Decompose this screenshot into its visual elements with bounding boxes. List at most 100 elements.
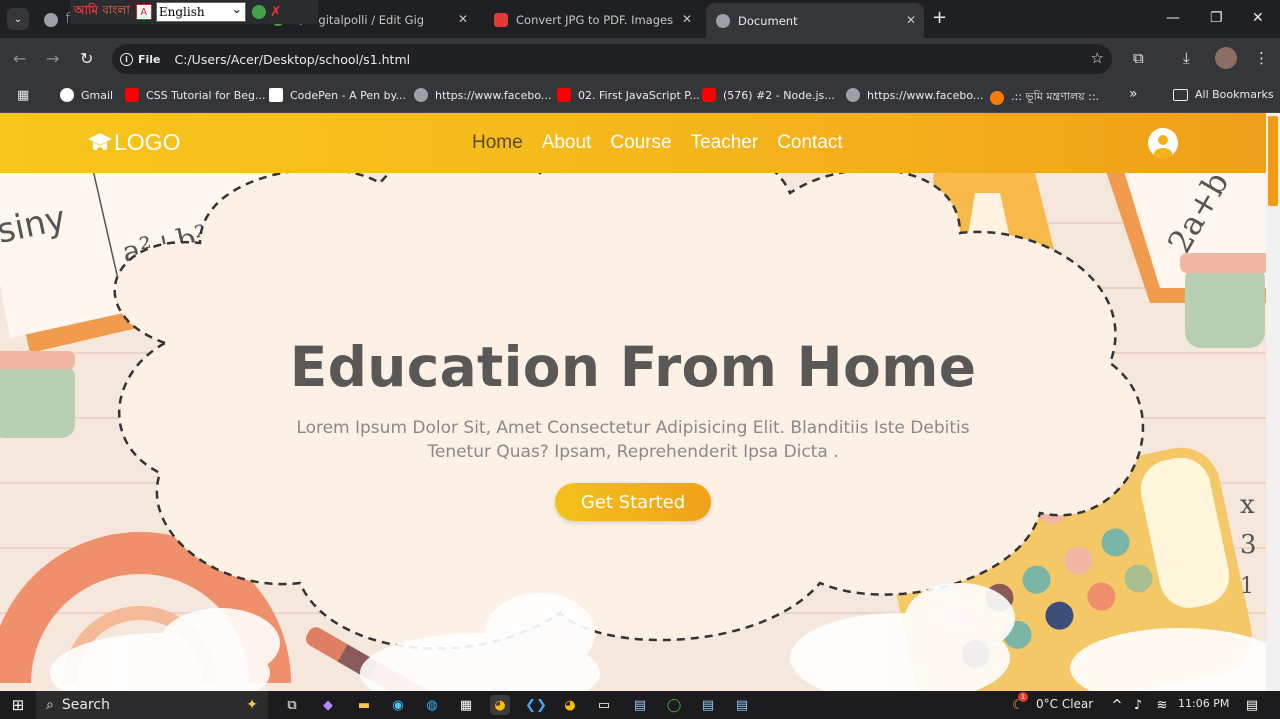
vscode-icon[interactable]: ❮❯	[525, 695, 547, 715]
codepen-icon	[269, 88, 283, 102]
bookmark-facebook-1[interactable]: https://www.facebo...	[414, 88, 551, 102]
tab-favicon-icon	[44, 13, 58, 27]
scrollbar-thumb[interactable]	[1268, 116, 1278, 206]
language-select[interactable]: English	[155, 0, 246, 22]
bookmark-label: Gmail	[81, 88, 114, 102]
svg-text:3: 3	[1240, 530, 1257, 560]
close-tab-icon[interactable]: ✕	[682, 12, 692, 26]
extension-brand: আমি	[74, 3, 99, 17]
windows-taskbar: ⊞ ⌕ Search ✦ ⧉ ◆ ▬ ◉ ◍ ▦ ◕ ❮❯ ◕ ▭ ▤ ◯ ▤ …	[0, 691, 1280, 719]
nav-contact[interactable]: Contact	[777, 132, 842, 154]
restore-icon[interactable]: ❐	[1210, 10, 1223, 26]
chrome-profile-icon[interactable]: ◕	[560, 695, 580, 715]
hero-headline: Education From Home	[289, 335, 977, 399]
chevron-up-icon[interactable]: ^	[1107, 695, 1127, 715]
close-tab-icon[interactable]: ✕	[906, 13, 916, 27]
bookmark-label: CSS Tutorial for Beg...	[146, 88, 266, 102]
logo-text: LOGO	[114, 129, 181, 155]
nav-course[interactable]: Course	[610, 132, 671, 154]
bookmark-facebook-2[interactable]: https://www.facebo...	[846, 88, 983, 102]
outlook-icon[interactable]: ◉	[388, 695, 408, 715]
forward-icon[interactable]: →	[46, 49, 59, 68]
site-info-chip[interactable]: i File	[120, 52, 161, 66]
tab-label: Convert JPG to PDF. Images JPG	[516, 13, 674, 27]
bookmark-nodejs[interactable]: (576) #2 - Node.js...	[702, 88, 835, 102]
editor-3-icon[interactable]: ▤	[732, 695, 752, 715]
youtube-icon	[125, 88, 139, 102]
volume-icon[interactable]: ♪	[1128, 695, 1148, 715]
bookmark-codepen[interactable]: CodePen - A Pen by...	[269, 88, 406, 102]
wifi-icon[interactable]: ≋	[1152, 695, 1172, 715]
clock-text[interactable]: 11:06 PM	[1178, 697, 1229, 710]
bookmark-label: .:: ভূমি মন্ত্রণালয় ::.	[1011, 90, 1100, 103]
bookmark-land-ministry[interactable]: .:: ভূমি মন্ত্রণালয় ::.	[990, 88, 1099, 107]
bookmark-javascript[interactable]: 02. First JavaScript P...	[557, 88, 700, 102]
browser-toolbar: ← → ↻ i File C:/Users/Acer/Desktop/schoo…	[0, 38, 1280, 80]
download-icon[interactable]: ⤓	[1183, 49, 1190, 67]
svg-text:1: 1	[1240, 574, 1254, 599]
bookmark-label: (576) #2 - Node.js...	[723, 88, 835, 102]
sparkle-icon: ✦	[246, 697, 258, 713]
taskbar-search-label: Search	[61, 697, 110, 713]
extensions-icon[interactable]: ⧉	[1133, 49, 1144, 67]
profile-avatar[interactable]	[1215, 47, 1237, 69]
nav-teacher[interactable]: Teacher	[691, 132, 759, 154]
get-started-button[interactable]: Get Started	[555, 483, 711, 521]
bookmark-gmail[interactable]: Gmail	[60, 88, 113, 102]
address-bar[interactable]: i File C:/Users/Acer/Desktop/school/s1.h…	[112, 44, 1112, 74]
minimize-icon[interactable]: —	[1166, 10, 1180, 26]
apps-grid-icon[interactable]: ▦	[17, 88, 29, 103]
back-icon[interactable]: ←	[13, 49, 26, 68]
folder-icon	[1173, 88, 1188, 101]
close-tab-icon[interactable]: ✕	[458, 12, 468, 26]
reload-icon[interactable]: ↻	[80, 49, 93, 68]
site-navbar: LOGO Home About Course Teacher Contact	[0, 113, 1266, 173]
globe-icon	[716, 13, 730, 28]
more-bookmarks-icon[interactable]: »	[1129, 86, 1138, 102]
close-window-icon[interactable]: ✕	[1252, 10, 1264, 26]
weather-text[interactable]: 0°C Clear	[1036, 697, 1093, 711]
tab-favicon-icon	[494, 13, 508, 27]
whatsapp-icon[interactable]: ◯	[664, 695, 684, 715]
page-viewport: sinу a²+b² = c² 2a+b	[0, 113, 1266, 691]
editor-icon[interactable]: ▤	[630, 695, 650, 715]
globe-icon[interactable]	[251, 5, 266, 19]
chrome-icon[interactable]: ◕	[490, 695, 510, 715]
menu-icon[interactable]: ⋮	[1254, 49, 1269, 67]
graduation-cap-icon	[88, 132, 112, 153]
ministry-logo-icon	[990, 90, 1004, 105]
bookmark-css-tutorial[interactable]: CSS Tutorial for Beg...	[125, 88, 266, 102]
nav-home[interactable]: Home	[472, 132, 523, 154]
tab-document[interactable]: Document ✕	[706, 3, 924, 38]
task-view-icon[interactable]: ⧉	[282, 695, 302, 715]
all-bookmarks[interactable]: All Bookmarks	[1173, 88, 1274, 101]
screen: ⌄ দি r / digitalpolli / Edit Gig ✕ Conve…	[0, 0, 1280, 719]
google-icon	[60, 88, 74, 102]
editor-2-icon[interactable]: ▤	[698, 695, 718, 715]
copilot-icon[interactable]: ◆	[318, 695, 338, 715]
bookmark-label: All Bookmarks	[1195, 88, 1274, 101]
new-tab-button[interactable]: +	[932, 8, 947, 28]
disable-extension-icon[interactable]: ✗	[270, 4, 282, 20]
bookmark-label: https://www.facebo...	[435, 88, 552, 102]
svg-text:x: x	[1240, 490, 1255, 520]
file-explorer-icon[interactable]: ▬	[354, 695, 374, 715]
taskbar-search[interactable]: ⌕ Search ✦	[36, 691, 268, 719]
tab-3[interactable]: Convert JPG to PDF. Images JPG ✕	[484, 5, 700, 35]
notification-icon[interactable]: ▤	[1242, 695, 1262, 715]
youtube-icon	[702, 88, 716, 102]
store-icon[interactable]: ▦	[456, 695, 476, 715]
bookmark-star-icon[interactable]: ☆	[1091, 49, 1104, 67]
terminal-icon[interactable]: ▭	[594, 695, 614, 715]
url-text[interactable]: C:/Users/Acer/Desktop/school/s1.html	[175, 52, 411, 67]
windows-start-icon[interactable]: ⊞	[8, 695, 28, 715]
pdf-icon[interactable]: A	[135, 4, 152, 20]
tab-search-icon[interactable]: ⌄	[7, 8, 29, 30]
site-logo[interactable]: LOGO	[88, 129, 180, 156]
tab-strip: ⌄ দি r / digitalpolli / Edit Gig ✕ Conve…	[0, 0, 1280, 38]
info-icon: i	[120, 52, 133, 66]
user-account-icon[interactable]	[1148, 128, 1178, 158]
weather-badge: 1	[1018, 692, 1028, 702]
nav-about[interactable]: About	[542, 132, 592, 154]
edge-icon[interactable]: ◍	[422, 695, 442, 715]
